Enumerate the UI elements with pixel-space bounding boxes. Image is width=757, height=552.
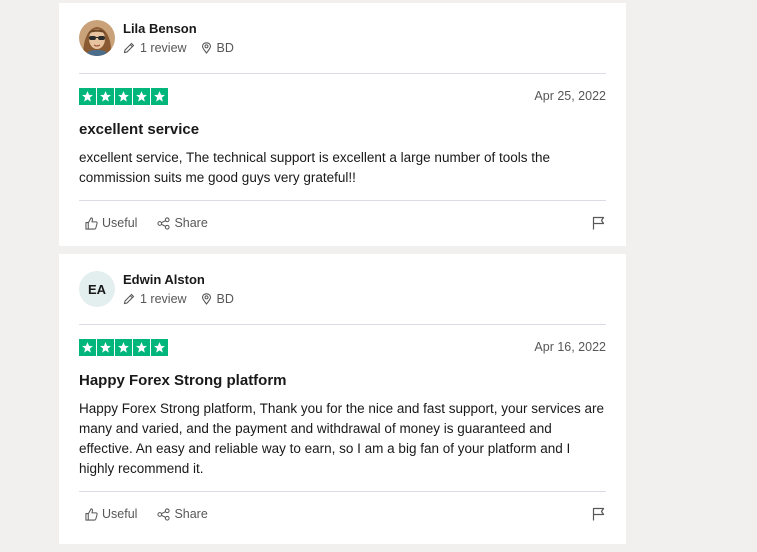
pencil-icon [123,42,135,54]
avatar[interactable]: EA [79,271,115,307]
avatar-initials: EA [87,281,107,297]
star-icon [151,87,168,105]
thumbs-up-icon [85,507,98,521]
review-count-label: 1 review [140,292,187,306]
star-rating [79,338,168,356]
consumer-info: EA Edwin Alston 1 review BD [79,254,606,325]
country-code: BD [216,41,234,55]
star-icon [97,338,114,356]
avatar[interactable] [79,20,115,56]
review-title[interactable]: excellent service [79,121,606,138]
star-icon [133,87,150,105]
useful-button[interactable]: Useful [85,216,137,230]
star-icon [115,338,132,356]
consumer-info: Lila Benson 1 review BD [79,3,606,74]
star-icon [97,87,114,105]
useful-button[interactable]: Useful [85,507,137,521]
share-button[interactable]: Share [157,216,208,230]
share-label: Share [174,216,208,230]
thumbs-up-icon [85,216,98,230]
consumer-location: BD [201,292,234,306]
review-actions: Useful Share [79,201,606,245]
share-button[interactable]: Share [157,507,208,521]
review-count: 1 review [123,292,187,306]
star-icon [115,87,132,105]
review-card: Lila Benson 1 review BD Apr 25, 2022 exc… [59,3,626,246]
pencil-icon [123,293,135,305]
share-icon [157,216,171,230]
review-count: 1 review [123,41,187,55]
star-icon [79,87,96,105]
share-icon [157,507,171,521]
star-rating [79,87,168,105]
location-pin-icon [201,293,211,305]
star-icon [133,338,150,356]
consumer-name[interactable]: Edwin Alston [123,272,248,287]
review-body: excellent service, The technical support… [79,148,606,201]
consumer-location: BD [201,41,234,55]
consumer-name[interactable]: Lila Benson [123,21,248,36]
review-count-label: 1 review [140,41,187,55]
location-pin-icon [201,42,211,54]
review-actions: Useful Share [79,492,606,536]
star-icon [151,338,168,356]
review-card: EA Edwin Alston 1 review BD Apr 16, 2022… [59,254,626,544]
flag-icon [592,507,605,521]
useful-label: Useful [102,216,138,230]
country-code: BD [216,292,234,306]
star-icon [79,338,96,356]
useful-label: Useful [102,507,138,521]
review-feed: Lila Benson 1 review BD Apr 25, 2022 exc… [59,3,626,552]
report-flag-button[interactable] [592,216,605,230]
review-title[interactable]: Happy Forex Strong platform [79,372,606,389]
share-label: Share [174,507,208,521]
flag-icon [592,216,605,230]
avatar-photo [79,20,115,56]
review-body: Happy Forex Strong platform, Thank you f… [79,399,606,492]
review-date: Apr 16, 2022 [534,340,606,354]
report-flag-button[interactable] [592,507,605,521]
review-date: Apr 25, 2022 [534,89,606,103]
